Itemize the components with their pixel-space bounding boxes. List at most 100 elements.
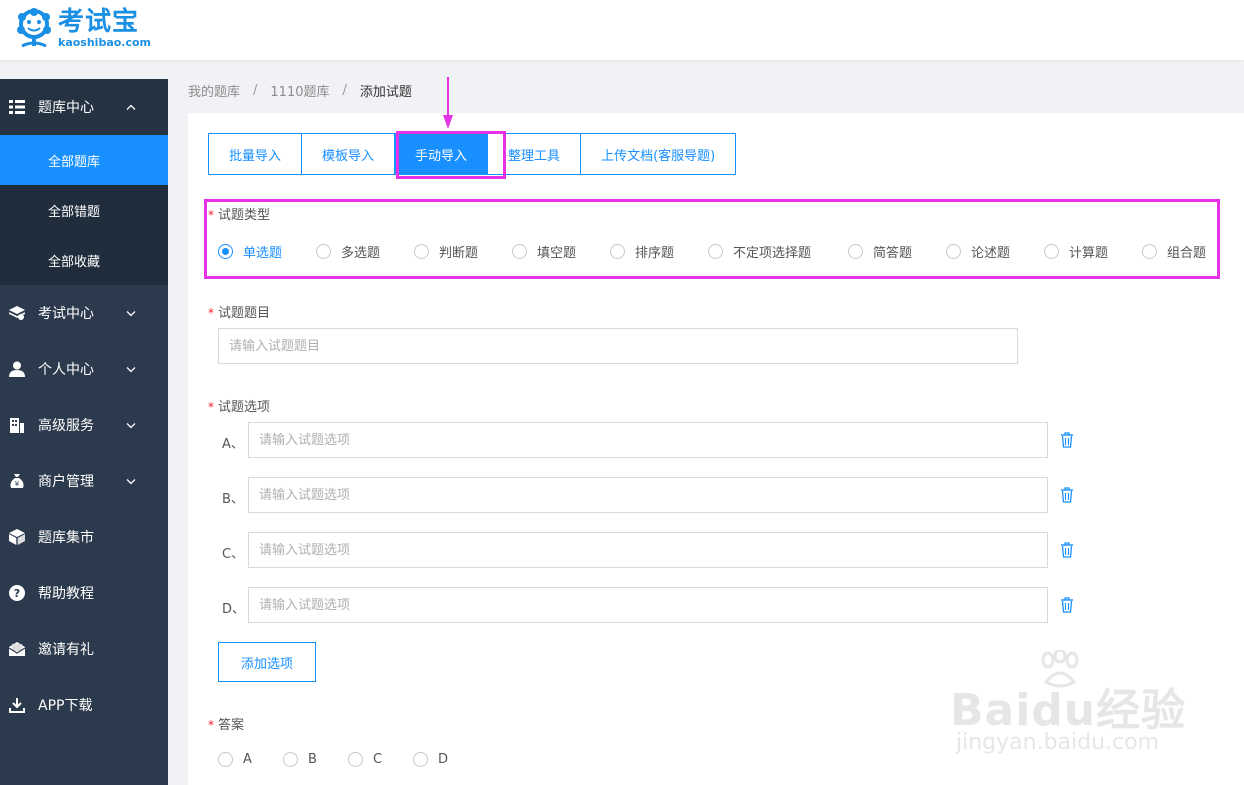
add-option-button[interactable]: 添加选项 <box>218 642 316 682</box>
sidebar-item-app-download[interactable]: APP下载 <box>0 677 168 733</box>
option-d-input[interactable] <box>248 587 1048 623</box>
radio-dot <box>946 244 961 259</box>
radio-true-false[interactable]: 判断题 <box>414 242 478 261</box>
chevron-down-icon <box>126 362 136 377</box>
answer-label-text: 答案 <box>218 718 245 733</box>
svg-text:?: ? <box>14 587 20 600</box>
radio-dot <box>413 752 428 767</box>
option-letter: C、 <box>222 547 245 562</box>
annotation-arrow-icon <box>443 77 453 129</box>
breadcrumb-separator: / <box>342 82 347 98</box>
sidebar-item-help-tutorial[interactable]: ? 帮助教程 <box>0 565 168 621</box>
sidebar-item-label: 考试中心 <box>38 306 94 322</box>
sidebar-subitem-all-favorites[interactable]: 全部收藏 <box>0 235 168 285</box>
radio-label: 组合题 <box>1167 246 1207 261</box>
svg-text:¥: ¥ <box>15 480 20 488</box>
radio-label: 论述题 <box>971 246 1011 261</box>
user-icon <box>8 360 26 378</box>
radio-dot <box>316 244 331 259</box>
envelope-icon <box>8 640 26 658</box>
sidebar-item-label: 商户管理 <box>38 474 94 490</box>
option-letter: A、 <box>222 437 244 452</box>
tab-template-import[interactable]: 模板导入 <box>302 133 396 175</box>
breadcrumb-my-banks[interactable]: 我的题库 <box>188 81 240 100</box>
question-title-label: * 试题题目 <box>208 302 270 321</box>
required-mark: * <box>208 306 214 320</box>
chevron-up-icon <box>126 100 136 115</box>
sidebar-item-label: 题库中心 <box>38 100 94 116</box>
radio-essay[interactable]: 论述题 <box>946 242 1010 261</box>
annotation-highlight-box <box>396 131 506 179</box>
radio-dot <box>218 244 233 259</box>
sidebar-item-merchant-management[interactable]: ¥ 商户管理 <box>0 453 168 509</box>
layers-icon <box>8 304 26 322</box>
required-mark: * <box>208 208 214 222</box>
sidebar-item-exam-center[interactable]: 考试中心 <box>0 285 168 341</box>
radio-fill-blank[interactable]: 填空题 <box>512 242 576 261</box>
radio-answer-b[interactable]: B <box>283 752 317 767</box>
sidebar: 题库中心 全部题库 全部错题 全部收藏 考试中心 个人中心 高级服务 ¥ 商户管… <box>0 79 168 785</box>
radio-dot <box>283 752 298 767</box>
radio-dot <box>414 244 429 259</box>
option-letter: D、 <box>222 602 246 617</box>
tab-batch-import[interactable]: 批量导入 <box>208 133 303 175</box>
radio-label: 单选题 <box>243 246 283 261</box>
trash-icon[interactable] <box>1060 597 1074 613</box>
answer-label: * 答案 <box>208 714 244 733</box>
sidebar-item-invite-rewards[interactable]: 邀请有礼 <box>0 621 168 677</box>
question-type-label-text: 试题类型 <box>218 208 271 223</box>
sidebar-item-label: APP下载 <box>38 698 93 714</box>
question-title-input[interactable] <box>218 328 1018 364</box>
trash-icon[interactable] <box>1060 487 1074 503</box>
option-b-input[interactable] <box>248 477 1048 513</box>
breadcrumb-bank[interactable]: 1110题库 <box>270 81 329 100</box>
sidebar-item-personal-center[interactable]: 个人中心 <box>0 341 168 397</box>
watermark-main: Baidu经验 <box>950 685 1187 736</box>
radio-multiple-choice[interactable]: 多选题 <box>316 242 380 261</box>
sidebar-item-label: 个人中心 <box>38 362 94 378</box>
radio-calculation[interactable]: 计算题 <box>1044 242 1108 261</box>
radio-dot <box>848 244 863 259</box>
radio-single-choice[interactable]: 单选题 <box>218 242 282 261</box>
sidebar-item-advanced-services[interactable]: 高级服务 <box>0 397 168 453</box>
logo[interactable]: 考试宝 kaoshibao.com <box>14 6 151 50</box>
radio-indefinite-choice[interactable]: 不定项选择题 <box>708 242 811 261</box>
radio-dot <box>512 244 527 259</box>
chevron-down-icon <box>126 306 136 321</box>
question-options-label-text: 试题选项 <box>218 400 271 415</box>
radio-label: 判断题 <box>439 246 479 261</box>
radio-label: 排序题 <box>635 246 675 261</box>
sidebar-item-label: 帮助教程 <box>38 586 94 602</box>
radio-sorting[interactable]: 排序题 <box>610 242 674 261</box>
radio-answer-d[interactable]: D <box>413 752 448 767</box>
radio-short-answer[interactable]: 简答题 <box>848 242 912 261</box>
option-c-input[interactable] <box>248 532 1048 568</box>
radio-dot <box>348 752 363 767</box>
download-icon <box>8 696 26 714</box>
sidebar-item-question-bank-market[interactable]: 题库集市 <box>0 509 168 565</box>
radio-answer-c[interactable]: C <box>348 752 382 767</box>
cube-icon <box>8 528 26 546</box>
help-icon: ? <box>8 584 26 602</box>
radio-dot <box>708 244 723 259</box>
annotation-highlight-box <box>204 199 1220 279</box>
sidebar-item-question-bank-center[interactable]: 题库中心 <box>0 79 168 135</box>
radio-dot <box>218 752 233 767</box>
question-options-label: * 试题选项 <box>208 396 270 415</box>
radio-label: 计算题 <box>1069 246 1109 261</box>
trash-icon[interactable] <box>1060 432 1074 448</box>
radio-combination[interactable]: 组合题 <box>1142 242 1206 261</box>
option-a-input[interactable] <box>248 422 1048 458</box>
breadcrumb: 我的题库 / 1110题库 / 添加试题 <box>188 80 412 100</box>
radio-label: A <box>243 752 252 767</box>
sidebar-subitem-all-banks[interactable]: 全部题库 <box>0 135 168 185</box>
tab-upload-document[interactable]: 上传文档(客服导题) <box>581 133 737 175</box>
radio-answer-a[interactable]: A <box>218 752 252 767</box>
trash-icon[interactable] <box>1060 542 1074 558</box>
baidu-jingyan-watermark: Baidu经验 jingyan.baidu.com <box>950 650 1190 760</box>
submenu-question-bank: 全部题库 全部错题 全部收藏 <box>0 135 168 285</box>
radio-label: C <box>373 752 383 767</box>
option-letter: B、 <box>222 492 244 507</box>
sidebar-subitem-all-wrong[interactable]: 全部错题 <box>0 185 168 235</box>
logo-name: 考试宝 <box>58 7 140 37</box>
